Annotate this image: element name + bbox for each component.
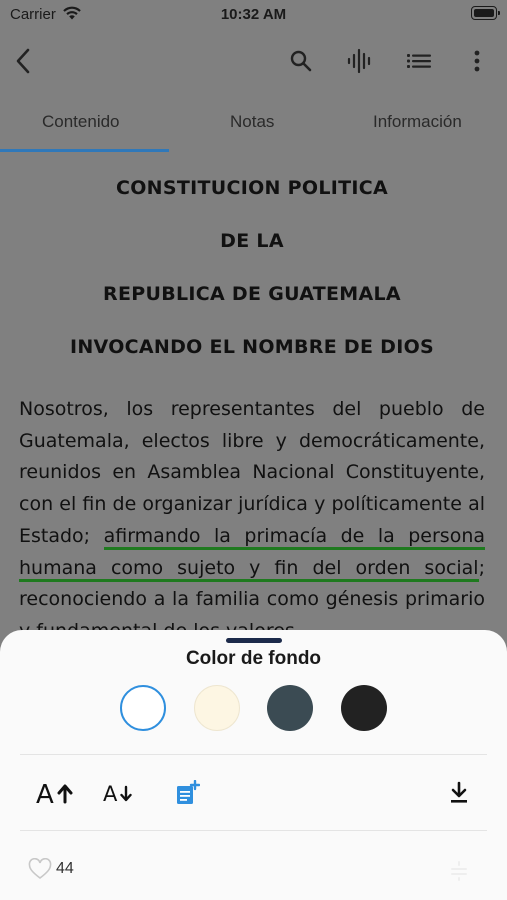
font-increase-icon: A xyxy=(36,780,73,807)
list-icon xyxy=(407,54,431,68)
font-decrease-icon: A xyxy=(103,782,132,805)
back-button[interactable] xyxy=(8,46,38,76)
document-heading: DE LA xyxy=(220,230,284,252)
svg-text:A: A xyxy=(36,780,54,807)
active-tab-indicator xyxy=(0,149,169,152)
background-black-swatch[interactable] xyxy=(341,685,387,731)
toolbar xyxy=(0,40,507,80)
divider xyxy=(20,754,487,755)
download-icon xyxy=(451,781,467,803)
document-content: CONSTITUCION POLITICA DE LA REPUBLICA DE… xyxy=(19,170,486,648)
search-button[interactable] xyxy=(286,46,316,76)
tab-informacion[interactable]: Información xyxy=(373,112,462,132)
more-vertical-icon xyxy=(474,50,480,72)
download-button[interactable] xyxy=(446,780,472,806)
audio-button[interactable] xyxy=(345,46,375,76)
add-note-button[interactable] xyxy=(172,778,202,808)
sheet-drag-handle[interactable] xyxy=(226,638,282,643)
audio-wave-icon xyxy=(347,48,371,74)
background-slate-swatch[interactable] xyxy=(267,685,313,731)
status-bar: Carrier 10:32 AM xyxy=(0,0,507,30)
divider xyxy=(20,830,487,831)
tab-bar: Contenido Notas Información xyxy=(0,100,507,152)
more-button[interactable] xyxy=(462,46,492,76)
background-cream-swatch[interactable] xyxy=(194,685,240,731)
tab-contenido[interactable]: Contenido xyxy=(42,112,120,132)
appearance-sheet: Color de fondo A A 44 xyxy=(0,630,507,900)
sheet-title: Color de fondo xyxy=(185,648,322,669)
battery-icon xyxy=(471,6,500,20)
font-increase-button[interactable]: A xyxy=(34,778,76,808)
tab-notas[interactable]: Notas xyxy=(230,112,274,132)
search-icon xyxy=(290,50,312,72)
list-button[interactable] xyxy=(404,46,434,76)
document-heading: CONSTITUCION POLITICA xyxy=(115,177,388,199)
document-heading: REPUBLICA DE GUATEMALA xyxy=(103,283,401,305)
like-counter[interactable]: 44 xyxy=(28,858,74,880)
add-note-icon xyxy=(177,780,200,804)
like-count: 44 xyxy=(56,860,74,877)
loading-spinner-icon xyxy=(448,858,470,884)
back-arrow-icon xyxy=(16,48,30,74)
document-heading: INVOCANDO EL NOMBRE DE DIOS xyxy=(69,336,435,358)
svg-text:A: A xyxy=(103,782,118,805)
heart-icon xyxy=(28,858,52,880)
background-white-swatch[interactable] xyxy=(120,685,166,731)
font-decrease-button[interactable]: A xyxy=(101,780,135,806)
document-paragraph[interactable]: Nosotros, los representantes del pueblo … xyxy=(19,394,486,648)
status-time: 10:32 AM xyxy=(220,6,287,23)
